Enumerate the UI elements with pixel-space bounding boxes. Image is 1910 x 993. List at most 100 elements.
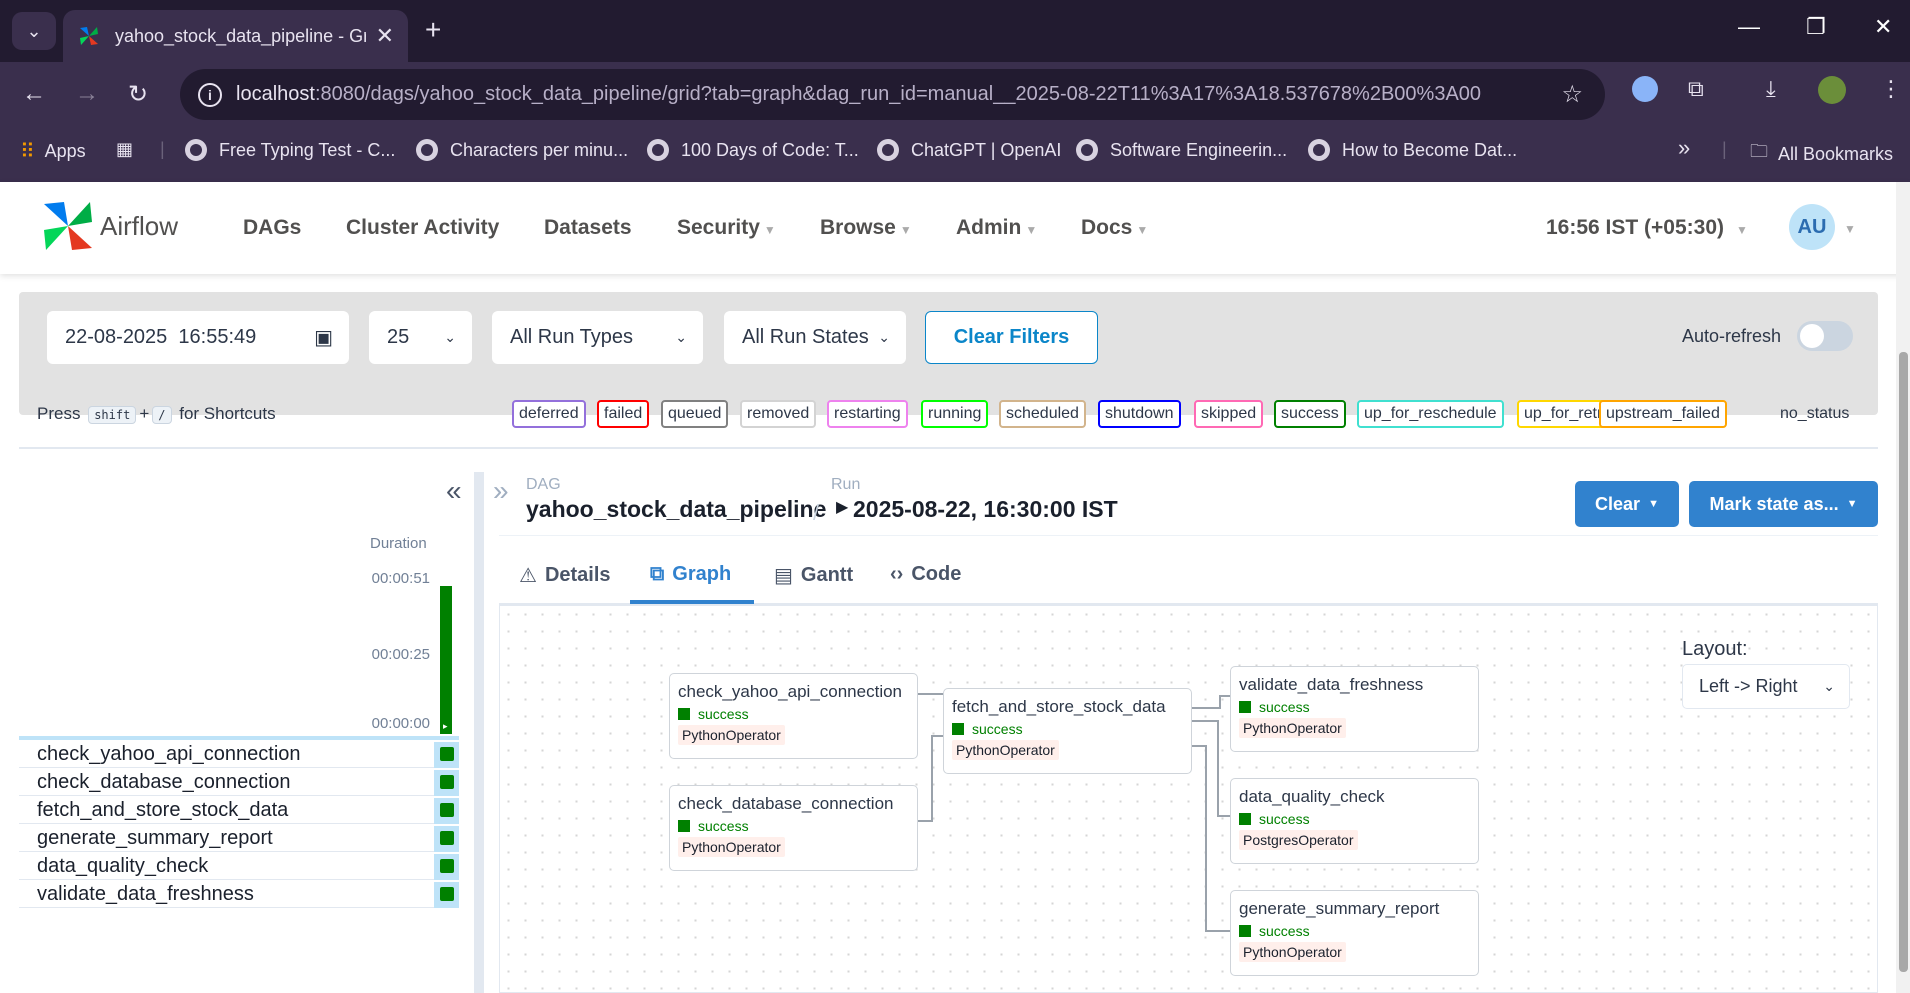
legend-shutdown[interactable]: shutdown [1098,400,1181,428]
legend-failed[interactable]: failed [597,400,650,428]
task-node[interactable]: check_yahoo_api_connection success PythonO… [669,673,918,759]
legend-deferred[interactable]: deferred [512,400,586,428]
legend-queued[interactable]: queued [661,400,729,428]
reload-icon[interactable]: ↻ [128,80,148,109]
nav-datasets[interactable]: Datasets [544,216,632,240]
task-node[interactable]: generate_summary_report success PythonOper… [1230,890,1479,976]
minimize-icon[interactable]: — [1738,14,1760,40]
all-bookmarks-label: All Bookmarks [1778,143,1894,164]
browser-tab[interactable]: yahoo_stock_data_pipeline - Gr ✕ [63,10,408,62]
calendar-icon[interactable]: ▣ [314,325,333,350]
user-avatar[interactable]: AU [1789,204,1835,250]
task-instance-square[interactable] [440,831,454,845]
nav-admin[interactable]: Admin ▼ [956,216,1037,240]
clear-filters-button[interactable]: Clear Filters [925,311,1098,364]
graph-canvas[interactable]: check_yahoo_api_connection success PythonO… [499,605,1878,993]
nav-browse[interactable]: Browse ▼ [820,216,912,240]
nav-label: Browse [820,216,896,239]
auto-refresh-label: Auto-refresh [1682,326,1782,346]
tab-gantt[interactable]: ▤ Gantt [774,563,853,588]
bookmark-item[interactable]: ChatGPT | OpenAI [877,139,1061,161]
legend-removed[interactable]: removed [740,400,817,428]
close-tab-icon[interactable]: ✕ [376,23,394,49]
legend-no-status: no_status [1780,405,1850,422]
legend-up-for-reschedule[interactable]: up_for_reschedule [1357,400,1504,428]
site-info-icon[interactable]: i [198,82,222,107]
globe-icon [877,139,899,161]
legend-running[interactable]: running [921,400,989,428]
bookmark-item[interactable]: 100 Days of Code: T... [647,139,859,161]
task-instance-square[interactable] [440,747,454,761]
nav-docs[interactable]: Docs ▼ [1081,216,1148,240]
tab-details[interactable]: ⚠ Details [519,563,611,588]
tab-label: Graph [672,563,732,585]
tab-code[interactable]: ‹› Code [890,563,961,586]
nav-dags[interactable]: DAGs [243,216,301,240]
task-row[interactable]: check_database_connection [19,770,459,796]
collapse-grid-icon[interactable]: « [446,475,462,507]
lens-icon[interactable] [1632,76,1658,102]
expand-panel-icon[interactable]: » [493,475,509,507]
forward-icon[interactable]: → [75,80,99,108]
run-duration-bar[interactable]: ▸ [440,586,452,734]
scrollbar-thumb[interactable] [1899,352,1908,972]
new-tab-icon[interactable]: + [425,14,441,46]
task-row[interactable]: validate_data_freshness [19,882,459,908]
bookmark-star-icon[interactable]: ☆ [1561,80,1583,109]
bookmark-item[interactable]: Free Typing Test - C... [185,139,395,161]
auto-refresh-toggle[interactable] [1797,321,1853,351]
task-instance-square[interactable] [440,803,454,817]
layout-select[interactable]: Left -> Right ⌄ [1682,664,1850,709]
tab-search-button[interactable]: ⌄ [12,12,56,50]
legend-success[interactable]: success [1274,400,1346,428]
nav-cluster-activity[interactable]: Cluster Activity [346,216,499,240]
more-bookmarks-icon[interactable]: » [1678,135,1690,161]
dag-id-link[interactable]: yahoo_stock_data_pipeline [526,496,826,523]
extensions-icon[interactable]: ⧉ [1688,76,1704,102]
close-window-icon[interactable]: ✕ [1874,14,1892,40]
run-id-link[interactable]: 2025-08-22, 16:30:00 IST [853,496,1118,523]
task-name: validate_data_freshness [37,883,254,905]
task-node[interactable]: check_database_connection success PythonOp… [669,785,918,871]
page-scrollbar[interactable] [1896,182,1910,993]
task-node[interactable]: validate_data_freshness success PythonOper… [1230,666,1479,752]
run-type-select[interactable]: All Run Types ⌄ [492,311,703,364]
legend-upstream-failed[interactable]: upstream_failed [1599,400,1727,428]
tab-groups-icon[interactable]: ▦ [116,139,133,160]
task-row[interactable]: generate_summary_report [19,826,459,852]
task-node[interactable]: data_quality_check success PostgresOperato… [1230,778,1479,864]
kebab-menu-icon[interactable]: ⋮ [1880,76,1902,102]
timezone-clock[interactable]: 16:56 IST (+05:30) ▼ [1546,216,1748,240]
task-row[interactable]: data_quality_check [19,854,459,880]
legend-skipped[interactable]: skipped [1194,400,1264,428]
mark-state-button[interactable]: Mark state as... ▼ [1689,481,1878,527]
task-row[interactable]: check_yahoo_api_connection [19,742,459,768]
legend-scheduled[interactable]: scheduled [999,400,1086,428]
all-bookmarks[interactable]: 🗀 All Bookmarks [1750,139,1893,169]
address-bar[interactable]: i localhost:8080/dags/yahoo_stock_data_p… [180,69,1605,120]
download-icon[interactable]: ⤓ [1766,76,1776,102]
num-runs-select[interactable]: 25 ⌄ [369,311,472,364]
back-icon[interactable]: ← [22,80,46,108]
panel-splitter[interactable] [474,472,484,993]
bookmark-item[interactable]: How to Become Dat... [1308,139,1517,161]
base-date-input[interactable]: 22-08-2025 16:55:49 ▣ [47,311,349,364]
task-instance-square[interactable] [440,775,454,789]
bookmark-item[interactable]: Characters per minu... [416,139,628,161]
restore-icon[interactable]: ❐ [1806,14,1826,40]
task-node[interactable]: fetch_and_store_stock_data success PythonO… [943,688,1192,774]
operator-tag: PostgresOperator [1239,830,1358,850]
bookmark-apps[interactable]: ⠿ Apps [20,139,86,164]
run-state-select[interactable]: All Run States ⌄ [724,311,906,364]
tab-graph[interactable]: ⧉ Graph [650,563,731,586]
clear-button[interactable]: Clear ▼ [1575,481,1679,527]
nav-security[interactable]: Security ▼ [677,216,776,240]
hint-plus: + [139,404,150,423]
legend-restarting[interactable]: restarting [827,400,908,428]
airflow-logo[interactable]: Airflow [40,198,178,254]
task-row[interactable]: fetch_and_store_stock_data [19,798,459,824]
task-instance-square[interactable] [440,859,454,873]
bookmark-item[interactable]: Software Engineerin... [1076,139,1287,161]
task-instance-square[interactable] [440,887,454,901]
profile-icon[interactable] [1818,76,1846,104]
